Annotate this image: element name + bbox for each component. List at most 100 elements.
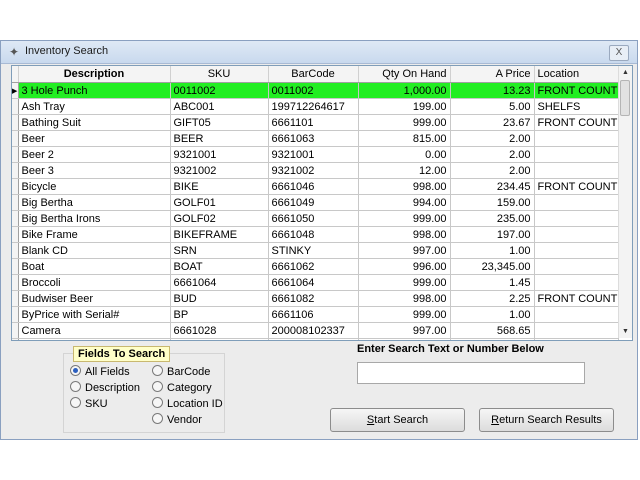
- table-row[interactable]: Bicycle BIKE 6661046 998.00 234.45 FRONT COUN…: [12, 178, 619, 195]
- cell-description[interactable]: ByPrice with Serial#: [18, 306, 171, 323]
- column-header-a-price[interactable]: A Price: [450, 66, 535, 83]
- cell-qty-on-hand[interactable]: 1,000.00: [358, 82, 451, 99]
- cell-qty-on-hand[interactable]: 999.00: [358, 274, 451, 291]
- table-row[interactable]: Beer 3 9321002 9321002 12.00 2.00: [12, 162, 619, 179]
- cell-description[interactable]: Beer 3: [18, 162, 171, 179]
- return-search-results-button[interactable]: Return Search Results: [479, 408, 614, 432]
- cell-a-price[interactable]: 2.25: [450, 290, 535, 307]
- cell-barcode[interactable]: 199712264617: [268, 98, 359, 115]
- cell-a-price[interactable]: 2.00: [450, 130, 535, 147]
- cell-description[interactable]: Big Bertha: [18, 194, 171, 211]
- radio-category[interactable]: Category: [152, 381, 212, 395]
- table-row[interactable]: Blank CD SRN STINKY 997.00 1.00: [12, 242, 619, 259]
- cell-description[interactable]: 3 Hole Punch: [18, 82, 171, 99]
- table-row[interactable]: ByPrice with Serial# BP 6661106 999.00 1.00: [12, 306, 619, 323]
- cell-description[interactable]: Big Bertha Irons: [18, 210, 171, 227]
- cell-location[interactable]: SHELFS: [534, 98, 619, 115]
- cell-qty-on-hand[interactable]: 815.00: [358, 130, 451, 147]
- cell-sku[interactable]: BIKE: [170, 178, 269, 195]
- cell-barcode[interactable]: 6661049: [268, 194, 359, 211]
- cell-location[interactable]: [534, 274, 619, 291]
- cell-sku[interactable]: BOAT: [170, 258, 269, 275]
- cell-barcode[interactable]: 0011002: [268, 82, 359, 99]
- cell-barcode[interactable]: 6661048: [268, 226, 359, 243]
- cell-description[interactable]: Boat: [18, 258, 171, 275]
- radio-description[interactable]: Description: [70, 381, 140, 395]
- cell-location[interactable]: FRONT COUNTE: [534, 82, 619, 99]
- cell-qty-on-hand[interactable]: 998.00: [358, 226, 451, 243]
- radio-location-id[interactable]: Location ID: [152, 397, 223, 411]
- cell-sku[interactable]: BEER: [170, 130, 269, 147]
- cell-a-price[interactable]: 13.23: [450, 82, 535, 99]
- cell-sku[interactable]: ABC001: [170, 98, 269, 115]
- cell-location[interactable]: [534, 194, 619, 211]
- cell-a-price[interactable]: 235.00: [450, 210, 535, 227]
- cell-description[interactable]: Beer 2: [18, 146, 171, 163]
- cell-location[interactable]: FRONT COUNTE: [534, 290, 619, 307]
- cell-a-price[interactable]: 1.00: [450, 242, 535, 259]
- table-row[interactable]: Big Bertha Irons GOLF02 6661050 999.00 235.0…: [12, 210, 619, 227]
- cell-location[interactable]: [534, 162, 619, 179]
- radio-unselected-icon[interactable]: [152, 397, 163, 408]
- cell-barcode[interactable]: 6661062: [268, 258, 359, 275]
- cell-location[interactable]: [534, 306, 619, 323]
- radio-barcode[interactable]: BarCode: [152, 365, 210, 379]
- close-button[interactable]: X: [609, 45, 629, 61]
- column-header-sku[interactable]: SKU: [170, 66, 269, 83]
- radio-unselected-icon[interactable]: [70, 381, 81, 392]
- radio-unselected-icon[interactable]: [152, 381, 163, 392]
- cell-qty-on-hand[interactable]: 999.00: [358, 306, 451, 323]
- cell-qty-on-hand[interactable]: 997.00: [358, 242, 451, 259]
- table-row[interactable]: Big Bertha GOLF01 6661049 994.00 159.00: [12, 194, 619, 211]
- cell-barcode[interactable]: 9321002: [268, 162, 359, 179]
- cell-a-price[interactable]: 159.00: [450, 194, 535, 211]
- table-row[interactable]: Bike Frame BIKEFRAME 6661048 998.00 197.00: [12, 226, 619, 243]
- cell-barcode[interactable]: 6661106: [268, 306, 359, 323]
- radio-selected-icon[interactable]: [70, 365, 81, 376]
- cell-description[interactable]: Beer: [18, 130, 171, 147]
- cell-description[interactable]: Camera: [18, 322, 171, 339]
- cell-qty-on-hand[interactable]: 12.00: [358, 162, 451, 179]
- cell-qty-on-hand[interactable]: 998.00: [358, 290, 451, 307]
- cell-barcode[interactable]: 6661050: [268, 210, 359, 227]
- cell-sku[interactable]: 9321001: [170, 146, 269, 163]
- radio-sku[interactable]: SKU: [70, 397, 108, 411]
- cell-qty-on-hand[interactable]: 0.00: [358, 146, 451, 163]
- cell-sku[interactable]: 9321002: [170, 162, 269, 179]
- cell-a-price[interactable]: 12.98: [450, 338, 535, 340]
- grid-scrollbar[interactable]: ▲ ▼: [618, 66, 632, 338]
- table-row[interactable]: ▶ 3 Hole Punch 0011002 0011002 1,000.00 13.23…: [12, 82, 619, 99]
- cell-description[interactable]: Blank CD: [18, 242, 171, 259]
- cell-sku[interactable]: BP: [170, 306, 269, 323]
- cell-sku[interactable]: BIKEFRAME: [170, 226, 269, 243]
- cell-qty-on-hand[interactable]: 999.00: [358, 338, 451, 340]
- cell-a-price[interactable]: 1.00: [450, 306, 535, 323]
- radio-all-fields[interactable]: All Fields: [70, 365, 130, 379]
- table-row[interactable]: Camera - Kodak Fun Saver0752-03866610929…: [12, 338, 619, 340]
- cell-barcode[interactable]: 6661101: [268, 114, 359, 131]
- cell-sku[interactable]: BUD: [170, 290, 269, 307]
- column-header-description[interactable]: Description: [18, 66, 171, 83]
- cell-location[interactable]: [534, 210, 619, 227]
- table-row[interactable]: Bathing Suit GIFT05 6661101 999.00 23.67 FRON…: [12, 114, 619, 131]
- cell-description[interactable]: Broccoli: [18, 274, 171, 291]
- cell-description[interactable]: Bike Frame: [18, 226, 171, 243]
- table-row[interactable]: Broccoli 6661064 6661064 999.00 1.45: [12, 274, 619, 291]
- cell-sku[interactable]: GOLF02: [170, 210, 269, 227]
- scroll-down-arrow-icon[interactable]: ▼: [619, 325, 632, 338]
- cell-barcode[interactable]: 6661064: [268, 274, 359, 291]
- cell-location[interactable]: FRONT COUNTE: [534, 114, 619, 131]
- cell-description[interactable]: Ash Tray: [18, 98, 171, 115]
- cell-barcode[interactable]: 200008102337: [268, 322, 359, 339]
- cell-barcode[interactable]: 6661046: [268, 178, 359, 195]
- cell-location[interactable]: [534, 242, 619, 259]
- cell-sku[interactable]: 0752-038: [170, 338, 269, 340]
- cell-a-price[interactable]: 568.65: [450, 322, 535, 339]
- cell-a-price[interactable]: 197.00: [450, 226, 535, 243]
- radio-unselected-icon[interactable]: [152, 365, 163, 376]
- table-row[interactable]: Camera 6661028 200008102337 997.00 568.65: [12, 322, 619, 339]
- cell-description[interactable]: Budwiser Beer: [18, 290, 171, 307]
- cell-qty-on-hand[interactable]: 998.00: [358, 178, 451, 195]
- cell-a-price[interactable]: 2.00: [450, 146, 535, 163]
- scroll-up-arrow-icon[interactable]: ▲: [619, 66, 632, 79]
